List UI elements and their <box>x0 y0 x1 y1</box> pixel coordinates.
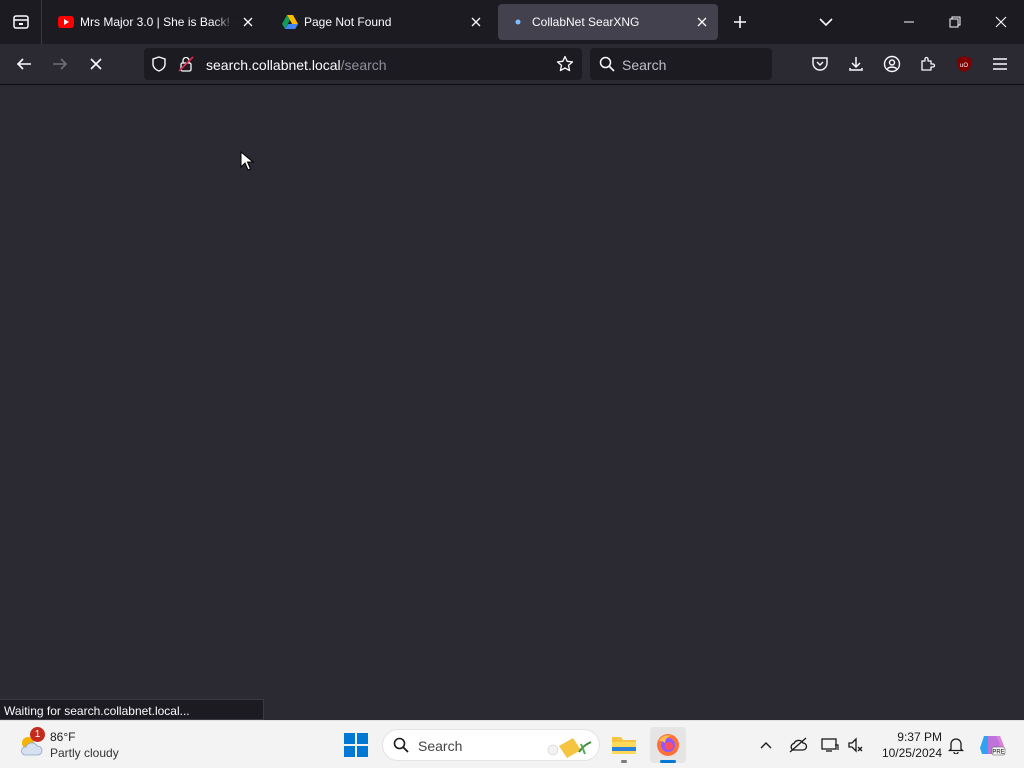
mouse-cursor-icon <box>240 151 254 171</box>
search-icon <box>598 55 616 73</box>
running-indicator <box>621 760 627 763</box>
volume-tray-button[interactable] <box>844 733 868 757</box>
weather-temperature: 86°F <box>50 730 76 744</box>
close-tab-icon[interactable] <box>468 14 484 30</box>
chevron-down-icon <box>819 18 833 27</box>
tracking-protection-shield-icon[interactable] <box>150 55 168 73</box>
close-tab-icon[interactable] <box>240 14 256 30</box>
close-window-button[interactable] <box>978 0 1024 44</box>
volume-muted-icon <box>848 737 863 753</box>
search-placeholder: Search <box>622 57 667 73</box>
chevron-up-icon <box>760 742 772 749</box>
notifications-button[interactable] <box>944 733 968 757</box>
search-highlight-icon <box>545 732 593 760</box>
taskbar-search-label: Search <box>418 738 463 754</box>
plus-icon <box>734 16 746 28</box>
forward-button[interactable] <box>46 50 74 78</box>
puzzle-icon <box>921 56 936 71</box>
tab-title: CollabNet SearXNG <box>532 15 640 29</box>
weather-condition: Partly cloudy <box>50 746 119 760</box>
firefox-taskbar-button[interactable] <box>650 727 686 763</box>
google-drive-icon <box>282 14 298 30</box>
new-tab-button[interactable] <box>728 10 752 34</box>
start-button[interactable] <box>338 727 374 763</box>
address-bar[interactable]: search.collabnet.local/search <box>144 48 582 80</box>
list-all-tabs-button[interactable] <box>814 10 838 34</box>
active-indicator <box>660 760 676 763</box>
arrow-left-icon <box>16 58 31 70</box>
windows-logo-icon <box>344 733 368 757</box>
onedrive-tray-button[interactable] <box>786 733 810 757</box>
stop-loading-button[interactable] <box>82 50 110 78</box>
search-icon <box>393 737 409 753</box>
arrow-right-icon <box>53 58 68 70</box>
loading-dot-icon <box>510 14 526 30</box>
url-path: /search <box>340 57 387 73</box>
account-button[interactable] <box>882 54 902 74</box>
extensions-button[interactable] <box>918 54 938 74</box>
display-tray-button[interactable] <box>818 733 842 757</box>
tab-strip: Mrs Major 3.0 | She is Back! +Re Page No… <box>0 0 1024 44</box>
copilot-button[interactable]: PRE <box>974 727 1010 763</box>
close-icon <box>995 16 1007 28</box>
tab-collabnet-searxng[interactable]: CollabNet SearXNG <box>498 4 718 40</box>
clock-date: 10/25/2024 <box>881 746 942 760</box>
downloads-button[interactable] <box>846 54 866 74</box>
back-button[interactable] <box>10 50 38 78</box>
page-content <box>0 85 1024 720</box>
pocket-icon <box>812 57 828 71</box>
bookmark-star-icon[interactable] <box>556 55 574 73</box>
copilot-icon: PRE <box>980 736 1006 756</box>
url-text[interactable]: search.collabnet.local/search <box>206 57 387 73</box>
cloud-off-icon <box>789 737 808 753</box>
tab-title: Page Not Found <box>304 15 392 29</box>
url-host: search.collabnet.local <box>206 57 341 73</box>
bell-icon <box>948 738 964 754</box>
notification-badge: 1 <box>30 727 45 742</box>
firefox-view-button[interactable] <box>0 0 42 44</box>
windows-taskbar: 1 86°F Partly cloudy Search 9:37 PM 10/2… <box>0 720 1024 768</box>
tab-title: Mrs Major 3.0 | She is Back! +Re <box>80 15 236 29</box>
firefox-view-icon <box>12 15 29 29</box>
youtube-icon <box>58 14 74 30</box>
ublock-origin-icon: uO <box>957 56 971 72</box>
svg-text:PRE: PRE <box>992 750 1004 756</box>
system-clock[interactable]: 9:37 PM 10/25/2024 <box>872 729 942 761</box>
folder-icon <box>612 737 636 754</box>
insecure-lock-icon[interactable] <box>177 55 195 73</box>
hamburger-menu-icon <box>993 58 1007 70</box>
tab-youtube[interactable]: Mrs Major 3.0 | She is Back! +Re <box>46 4 264 40</box>
firefox-icon <box>657 734 679 756</box>
download-icon <box>849 57 863 71</box>
restore-button[interactable] <box>932 0 978 44</box>
status-panel: Waiting for search.collabnet.local... <box>0 699 264 720</box>
monitor-icon <box>821 738 839 752</box>
taskbar-search[interactable]: Search <box>382 729 600 761</box>
pocket-button[interactable] <box>810 54 830 74</box>
weather-widget[interactable]: 1 86°F Partly cloudy <box>14 727 154 763</box>
tab-page-not-found[interactable]: Page Not Found <box>270 4 492 40</box>
stop-icon <box>90 58 102 70</box>
search-bar[interactable]: Search <box>590 48 772 80</box>
svg-text:uO: uO <box>960 63 968 69</box>
minimize-button[interactable] <box>886 0 932 44</box>
navigation-toolbar: search.collabnet.local/search Search uO <box>0 44 1024 85</box>
close-tab-icon[interactable] <box>694 14 710 30</box>
ublock-origin-button[interactable]: uO <box>954 54 974 74</box>
clock-time: 9:37 PM <box>897 730 942 744</box>
minimize-icon <box>904 21 914 23</box>
show-hidden-icons-button[interactable] <box>754 733 778 757</box>
restore-icon <box>949 16 961 28</box>
account-icon <box>883 55 901 73</box>
file-explorer-button[interactable] <box>606 727 642 763</box>
app-menu-button[interactable] <box>990 54 1010 74</box>
